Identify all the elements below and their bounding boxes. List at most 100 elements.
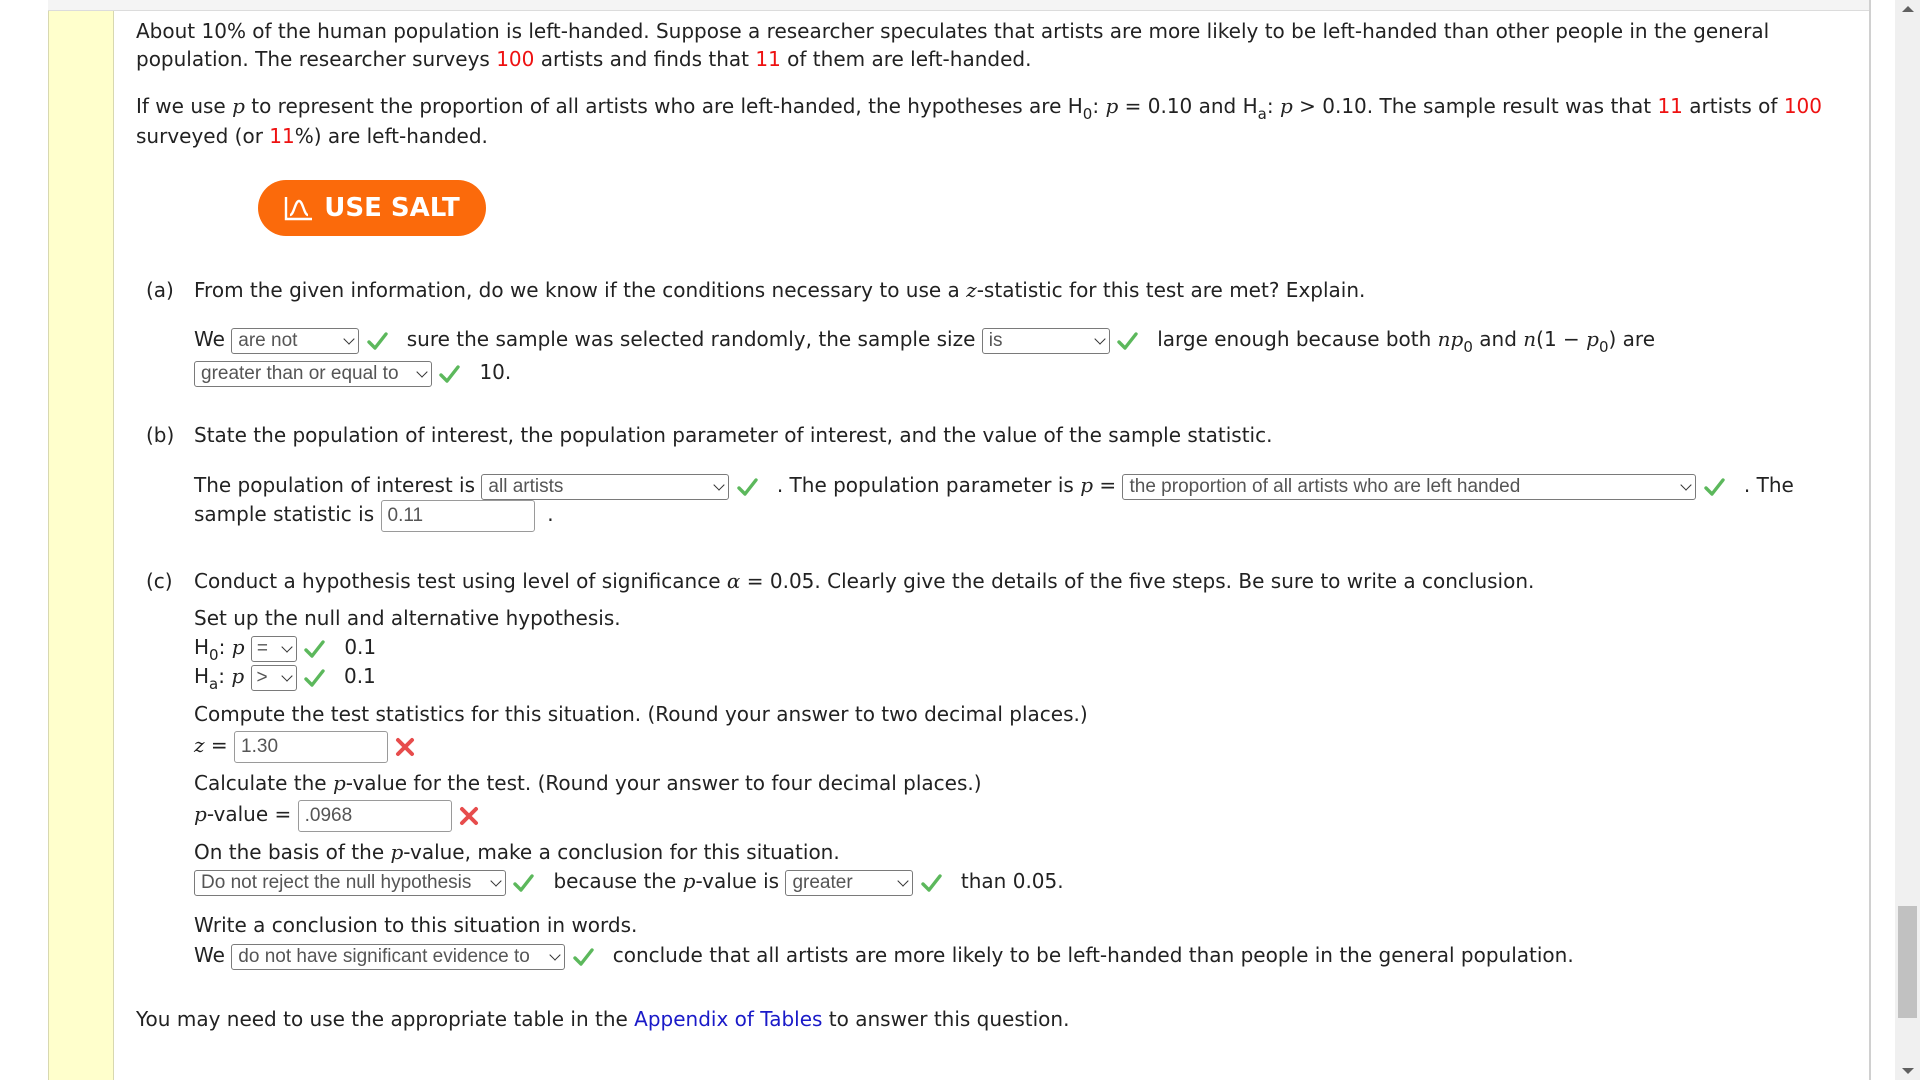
instruction-text: Calculate the (194, 771, 333, 795)
question-text: -statistic for this test are met? Explai… (976, 278, 1366, 302)
p-variable: p (231, 664, 245, 688)
checkmark-icon (572, 947, 594, 966)
part-b-answer-line-2: sample statistic is 0.11 . (194, 498, 554, 532)
alt-hypothesis-row: Ha: p > 0.1 (194, 661, 376, 693)
chevron-down-icon (713, 478, 726, 491)
answer-text: -value = (206, 802, 292, 826)
part-b-answer-line-1: The population of interest is all artist… (194, 470, 1794, 500)
null-hypothesis-row: H0: p = 0.1 (194, 632, 377, 663)
scroll-up-arrow-icon[interactable] (1902, 6, 1914, 12)
basis-instruction: On the basis of the p-value, make a conc… (194, 840, 840, 864)
pvalue-comparison-select[interactable]: greater (785, 869, 914, 896)
alt-operator-select[interactable]: > (250, 664, 297, 691)
instruction-text: -value for the test. (Round your answer … (345, 771, 982, 795)
instruction-text: Set up the null and alternative hypothes… (194, 606, 621, 630)
select-value: > (256, 666, 268, 688)
parameter-select[interactable]: the proportion of all artists who are le… (1122, 473, 1697, 500)
select-value: all artists (488, 475, 564, 497)
answer-text: : (218, 635, 232, 659)
question-text: From the given information, do we know i… (194, 278, 967, 302)
chevron-down-icon (343, 332, 355, 345)
comparison-select[interactable]: greater than or equal to (194, 360, 432, 387)
intro-text: : (1266, 94, 1280, 118)
z-variable: z (966, 278, 977, 302)
null-operator-select[interactable]: = (250, 635, 297, 662)
chevron-down-icon (549, 948, 561, 961)
evidence-select[interactable]: do not have significant evidence to (231, 943, 566, 970)
decision-select[interactable]: Do not reject the null hypothesis (194, 869, 506, 896)
checkmark-icon (1117, 331, 1138, 350)
intro-text: population. The researcher surveys (136, 47, 497, 71)
select-value: = (256, 637, 268, 659)
p-variable: p (1105, 94, 1119, 118)
p-variable: p (1586, 327, 1599, 351)
intro-text: artists of (1682, 94, 1784, 118)
intro-text: to represent the proportion of all artis… (244, 94, 1083, 118)
np-variable: np (1437, 327, 1464, 351)
answer-text: We (194, 943, 225, 967)
answer-text: . (547, 502, 554, 526)
answer-text: We (194, 327, 225, 351)
decision-row: Do not reject the null hypothesis becaus… (194, 866, 1064, 896)
alpha-symbol: α (726, 569, 741, 593)
select-value: the proportion of all artists who are le… (1129, 475, 1521, 497)
select-value: are not (238, 329, 298, 351)
vertical-scrollbar[interactable] (1895, 0, 1920, 1080)
answer-text: because the (553, 869, 683, 893)
answer-text: -value is (695, 869, 780, 893)
intro-text: of them are left-handed. (780, 47, 1032, 71)
select-value: greater (792, 871, 853, 893)
answer-text: than 0.05. (960, 869, 1064, 893)
p-variable: p (682, 869, 696, 893)
sample-size-select[interactable]: is (981, 327, 1110, 354)
chevron-down-icon (897, 874, 910, 887)
answer-text: sample statistic is (194, 502, 375, 526)
compute-instruction: Compute the test statistics for this sit… (194, 702, 1088, 726)
write-instruction: Write a conclusion to this situation in … (194, 913, 637, 937)
subscript: 0 (1598, 338, 1609, 356)
answer-text: . The (1743, 473, 1794, 497)
footer-text: You may need to use the appropriate tabl… (136, 1007, 635, 1031)
appendix-of-tables-link[interactable]: Appendix of Tables (634, 1007, 822, 1031)
z-variable: z (194, 733, 205, 757)
intro-text: About 10% of the human population is lef… (136, 19, 1770, 43)
question-text: State the population of interest, the po… (194, 423, 1273, 447)
p-variable: p (231, 635, 245, 659)
answer-text: The population of interest is (194, 473, 476, 497)
randomness-select[interactable]: are not (231, 327, 360, 354)
intro-text: surveyed (or (136, 124, 270, 148)
subscript: 0 (1463, 338, 1473, 356)
scrollbar-thumb[interactable] (1898, 906, 1917, 1018)
intro-paragraph-2: If we use p to represent the proportion … (136, 91, 1822, 151)
percent-value: 11 (269, 124, 295, 148)
intro-paragraph-1: About 10% of the human population is lef… (136, 17, 1769, 73)
answer-text: 10. (479, 360, 512, 384)
left-handed-count-value: 11 (1657, 94, 1683, 118)
appendix-note: You may need to use the appropriate tabl… (136, 1007, 1069, 1031)
instruction-text: Compute the test statistics for this sit… (194, 702, 1088, 726)
p-variable: p (194, 802, 207, 826)
p-value-input[interactable]: .0968 (297, 799, 452, 832)
z-statistic-input[interactable]: 1.30 (234, 730, 389, 763)
subscript: a (209, 675, 219, 693)
select-value: do not have significant evidence to (238, 945, 530, 967)
population-select[interactable]: all artists (481, 473, 730, 500)
intro-text: %) are left-handed. (294, 124, 488, 148)
null-value: 0.1 (344, 635, 377, 659)
part-b-question: (b) State the population of interest, the… (146, 423, 1272, 447)
left-gutter (48, 11, 114, 1080)
top-strip (48, 0, 1870, 11)
part-a-answer-line-2: greater than or equal to 10. (194, 357, 511, 387)
intro-text: If we use (136, 94, 233, 118)
scroll-down-arrow-icon[interactable] (1902, 1068, 1914, 1074)
part-a-question: (a) From the given information, do we kno… (146, 278, 1365, 302)
bell-curve-icon (285, 197, 313, 221)
question-text: Conduct a hypothesis test using level of… (194, 569, 727, 593)
sample-size-value: 100 (496, 47, 535, 71)
chevron-down-icon (416, 365, 428, 378)
use-salt-button[interactable]: USE SALT (258, 180, 486, 236)
intro-text: > 0.10. The sample result was that (1292, 94, 1658, 118)
subscript: a (1257, 105, 1267, 123)
chevron-down-icon (490, 874, 502, 887)
sample-statistic-input[interactable]: 0.11 (380, 499, 535, 532)
